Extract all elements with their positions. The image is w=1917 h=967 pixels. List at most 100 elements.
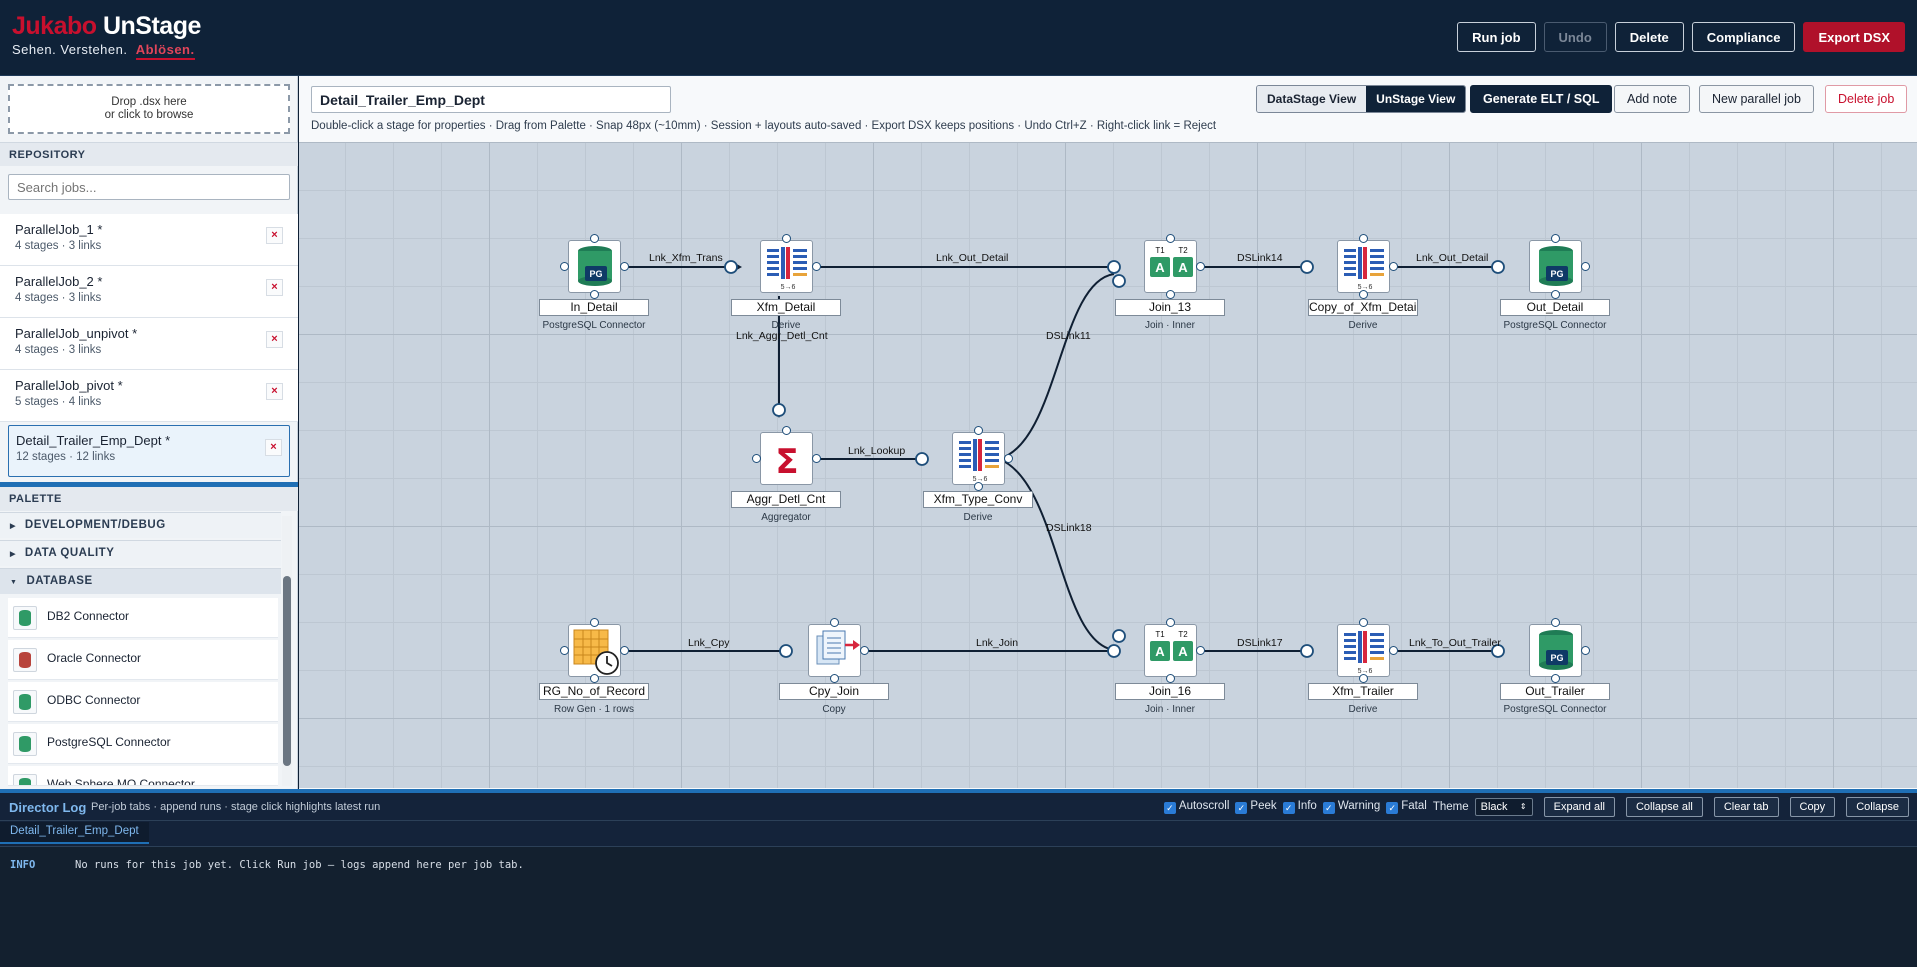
port-right[interactable]: [860, 646, 869, 655]
port-bottom[interactable]: [1359, 290, 1368, 299]
port-top[interactable]: [782, 426, 791, 435]
undo-button[interactable]: Undo: [1543, 22, 1607, 52]
port-right[interactable]: [812, 262, 821, 271]
compliance-button[interactable]: Compliance: [1691, 22, 1796, 52]
delete-job-icon[interactable]: ×: [266, 331, 283, 348]
job-canvas[interactable]: Lnk_Xfm_Trans Lnk_Out_Detail DSLink14 Ln…: [299, 142, 1917, 788]
port-top[interactable]: [590, 234, 599, 243]
datastage-view-button[interactable]: DataStage View: [1257, 86, 1367, 112]
expand-all-button[interactable]: Expand all: [1543, 797, 1615, 817]
dsx-drop-zone[interactable]: Drop .dsx here or click to browse: [8, 84, 290, 134]
stage-xfm-type-conv[interactable]: 5→6 Xfm_Type_Conv Derive: [923, 426, 1033, 532]
job-item[interactable]: ParallelJob_pivot * 5 stages · 4 links ×: [0, 370, 298, 422]
run-job-button[interactable]: Run job: [1457, 22, 1536, 52]
stage-out-detail[interactable]: PG Out_Detail PostgreSQL Connector: [1500, 234, 1610, 340]
port-bottom[interactable]: [1359, 674, 1368, 683]
port-bottom[interactable]: [590, 674, 599, 683]
clear-tab-button[interactable]: Clear tab: [1713, 797, 1779, 817]
port-left[interactable]: [560, 646, 569, 655]
copy-button[interactable]: Copy: [1789, 797, 1836, 817]
port-right[interactable]: [620, 262, 629, 271]
port-right[interactable]: [1581, 646, 1590, 655]
port-top[interactable]: [1551, 234, 1560, 243]
port-left[interactable]: [752, 454, 761, 463]
port-top[interactable]: [830, 618, 839, 627]
palette-item-mq[interactable]: Web Sphere MQ Connector: [8, 766, 278, 786]
port-top[interactable]: [782, 234, 791, 243]
palette-item-odbc[interactable]: ODBC Connector: [8, 682, 278, 722]
port-top[interactable]: [1166, 234, 1175, 243]
collapse-button[interactable]: Collapse: [1846, 797, 1909, 817]
port-top[interactable]: [1166, 618, 1175, 627]
fatal-checkbox[interactable]: ✓ Fatal: [1386, 800, 1427, 814]
palette-category-dataquality[interactable]: ▶ DATA QUALITY: [0, 540, 281, 566]
port-top[interactable]: [1551, 618, 1560, 627]
port-right[interactable]: [1196, 262, 1205, 271]
peek-checkbox[interactable]: ✓ Peek: [1235, 800, 1277, 814]
delete-job-icon[interactable]: ×: [266, 279, 283, 296]
warning-checkbox[interactable]: ✓ Warning: [1322, 800, 1380, 814]
generate-elt-button[interactable]: Generate ELT / SQL: [1470, 85, 1613, 113]
autoscroll-checkbox[interactable]: ✓ Autoscroll: [1163, 800, 1229, 814]
port-right[interactable]: [1004, 454, 1013, 463]
port-left[interactable]: [560, 262, 569, 271]
port-bottom[interactable]: [1166, 674, 1175, 683]
unstage-view-button[interactable]: UnStage View: [1366, 86, 1466, 112]
theme-select[interactable]: Black ⇕: [1474, 798, 1533, 816]
palette-scrollbar[interactable]: [282, 516, 292, 786]
export-dsx-button[interactable]: Export DSX: [1803, 22, 1905, 52]
port-bottom[interactable]: [1166, 290, 1175, 299]
delete-job-icon[interactable]: ×: [265, 439, 282, 456]
palette-scroll-thumb[interactable]: [283, 576, 291, 766]
delete-button[interactable]: Delete: [1614, 22, 1684, 52]
rowgen-icon: [568, 624, 621, 677]
delete-job-button[interactable]: Delete job: [1825, 85, 1908, 113]
port-right[interactable]: [620, 646, 629, 655]
port-top[interactable]: [1359, 618, 1368, 627]
port-bottom[interactable]: [1551, 674, 1560, 683]
port-right[interactable]: [1389, 262, 1398, 271]
info-checkbox[interactable]: ✓ Info: [1282, 800, 1317, 814]
stage-out-trailer[interactable]: PG Out_Trailer PostgreSQL Connector: [1500, 618, 1610, 724]
port-right[interactable]: [1581, 262, 1590, 271]
search-jobs-input[interactable]: [8, 174, 290, 200]
stage-xfm-detail[interactable]: 5→6 Xfm_Detail Derive: [731, 234, 841, 340]
palette-item-oracle[interactable]: Oracle Connector: [8, 640, 278, 680]
port-right[interactable]: [1389, 646, 1398, 655]
stage-name: Out_Detail: [1500, 299, 1610, 316]
port-top[interactable]: [590, 618, 599, 627]
palette-item-postgresql[interactable]: PostgreSQL Connector: [8, 724, 278, 764]
palette-item-db2[interactable]: DB2 Connector: [8, 598, 278, 638]
stage-in-detail[interactable]: PG In_Detail PostgreSQL Connector: [539, 234, 649, 340]
stage-cpy-join[interactable]: Cpy_Join Copy: [779, 618, 889, 724]
job-item[interactable]: ParallelJob_unpivot * 4 stages · 3 links…: [0, 318, 298, 370]
pg-icon: PG: [1529, 624, 1582, 677]
port-right[interactable]: [812, 454, 821, 463]
job-item[interactable]: ParallelJob_2 * 4 stages · 3 links ×: [0, 266, 298, 318]
job-item-active[interactable]: Detail_Trailer_Emp_Dept * 12 stages · 12…: [8, 425, 290, 477]
stage-rg-no-of-record[interactable]: RG_No_of_Record Row Gen · 1 rows: [539, 618, 649, 724]
port-top[interactable]: [974, 426, 983, 435]
port-top[interactable]: [1359, 234, 1368, 243]
job-item[interactable]: ParallelJob_1 * 4 stages · 3 links ×: [0, 214, 298, 266]
delete-job-icon[interactable]: ×: [266, 227, 283, 244]
stage-aggr-detl-cnt[interactable]: Σ Aggr_Detl_Cnt Aggregator: [731, 426, 841, 532]
stage-copy-of-xfm-detail[interactable]: 5→6 Copy_of_Xfm_Detail Derive: [1308, 234, 1418, 340]
join-icon: T1 T2 A A: [1144, 624, 1197, 677]
port-bottom[interactable]: [590, 290, 599, 299]
log-tab-detail-trailer[interactable]: Detail_Trailer_Emp_Dept: [0, 822, 149, 844]
stage-join-16[interactable]: T1 T2 A A Join_16 Join · Inner: [1115, 618, 1225, 724]
new-parallel-job-button[interactable]: New parallel job: [1699, 85, 1814, 113]
stage-join-13[interactable]: T1 T2 A A Join_13 Join · Inner: [1115, 234, 1225, 340]
port-right[interactable]: [1196, 646, 1205, 655]
collapse-all-button[interactable]: Collapse all: [1625, 797, 1703, 817]
port-bottom[interactable]: [974, 482, 983, 491]
palette-category-devdebug[interactable]: ▶ DEVELOPMENT/DEBUG: [0, 512, 281, 538]
delete-job-icon[interactable]: ×: [266, 383, 283, 400]
port-bottom[interactable]: [830, 674, 839, 683]
palette-category-database[interactable]: ▼ DATABASE: [0, 568, 281, 594]
port-bottom[interactable]: [1551, 290, 1560, 299]
stage-xfm-trailer[interactable]: 5→6 Xfm_Trailer Derive: [1308, 618, 1418, 724]
job-title-input[interactable]: [311, 86, 671, 113]
add-note-button[interactable]: Add note: [1614, 85, 1691, 113]
